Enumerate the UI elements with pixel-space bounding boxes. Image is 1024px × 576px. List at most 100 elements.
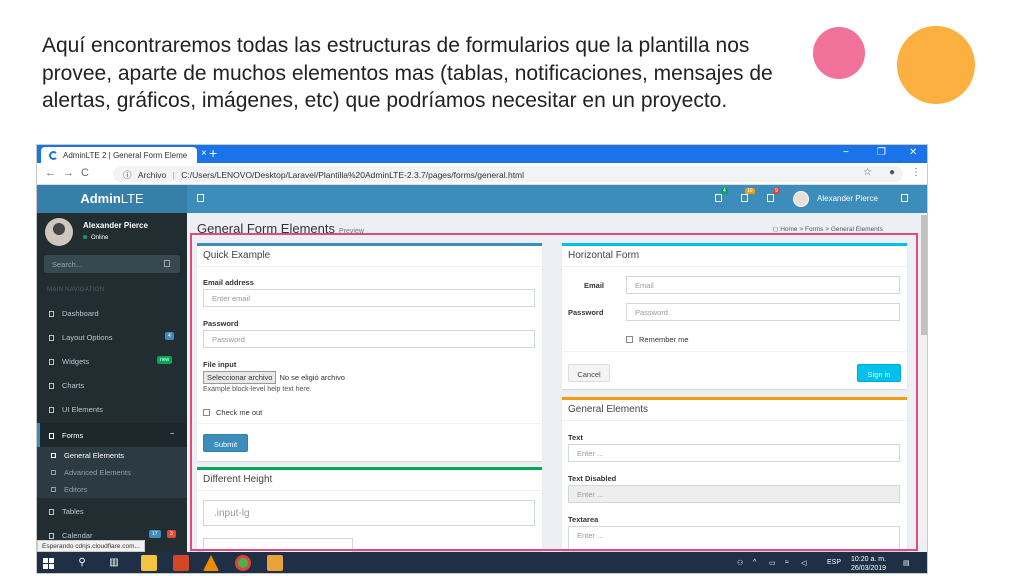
search-icon[interactable]: ⚲ xyxy=(75,556,89,570)
info-icon: ⓘ xyxy=(123,170,132,180)
page-title: General Form Elements Preview xyxy=(197,221,364,236)
browser-status-bar: Esperando cdnjs.cloudflare.com... xyxy=(37,540,145,552)
sidebar-item-tables[interactable]: Tables xyxy=(37,499,187,523)
scrollbar-thumb[interactable] xyxy=(921,215,927,335)
nav-header: MAIN NAVIGATION xyxy=(47,287,105,293)
file-explorer-icon[interactable] xyxy=(141,555,157,571)
sign-in-button[interactable]: Sign in xyxy=(857,364,901,382)
browser-tabbar: AdminLTE 2 | General Form Eleme × + − ❐ … xyxy=(37,145,927,163)
account-icon[interactable]: ● xyxy=(889,167,895,178)
notifications-center-icon[interactable]: ▤ xyxy=(903,559,910,567)
reload-icon[interactable]: C xyxy=(81,167,89,179)
maximize-icon[interactable]: ❐ xyxy=(877,147,886,158)
chrome-icon[interactable] xyxy=(235,555,251,571)
sublime-icon[interactable] xyxy=(267,555,283,571)
tab-title: AdminLTE 2 | General Form Eleme xyxy=(63,151,188,160)
sidebar-item-ui-elements[interactable]: UI Elements xyxy=(37,397,187,421)
sidebar: Alexander Pierce Online Search... MAIN N… xyxy=(37,213,187,553)
star-icon[interactable]: ☆ xyxy=(863,167,872,178)
people-icon[interactable]: ⚇ xyxy=(737,559,743,567)
messages-icon[interactable] xyxy=(715,194,722,202)
tasks-badge: 9 xyxy=(773,188,780,194)
logo[interactable]: AdminLTE xyxy=(37,185,187,213)
breadcrumb-forms[interactable]: Forms xyxy=(805,226,823,233)
forward-icon[interactable]: → xyxy=(63,167,74,179)
checkbox-icon[interactable] xyxy=(626,336,633,343)
sidebar-toggle-icon[interactable] xyxy=(197,194,204,202)
calendar-badge-red: 3 xyxy=(167,530,176,538)
password-field[interactable]: Password xyxy=(203,330,535,348)
horizontal-form-box: Horizontal Form Email Email Password Pas… xyxy=(562,243,907,389)
sidebar-sub-editors[interactable]: Editors xyxy=(37,481,187,498)
search-icon[interactable] xyxy=(164,260,170,267)
sidebar-user-name: Alexander Pierce xyxy=(83,221,148,230)
page-scrollbar[interactable] xyxy=(920,213,927,540)
powerpoint-icon[interactable] xyxy=(173,555,189,571)
sidebar-search-input[interactable]: Search... xyxy=(44,255,180,273)
submit-button[interactable]: Submit xyxy=(203,434,248,452)
clock[interactable]: 10:20 a. m. 26/03/2019 xyxy=(851,555,886,573)
user-panel: Alexander Pierce Online xyxy=(37,213,187,253)
task-view-icon[interactable]: ▥ xyxy=(107,556,121,570)
windows-start-icon[interactable] xyxy=(43,558,54,569)
admin-header: AdminLTE 4 10 9 Alexander Pierce xyxy=(37,185,927,213)
password-field[interactable]: Password xyxy=(626,303,900,321)
email-label: Email xyxy=(584,281,605,290)
window-close-icon[interactable]: ✕ xyxy=(909,147,917,158)
sidebar-item-dashboard[interactable]: Dashboard xyxy=(37,301,187,325)
widgets-icon xyxy=(49,359,54,365)
tasks-icon[interactable] xyxy=(767,194,774,202)
password-label: Password xyxy=(568,308,604,317)
url-prefix: Archivo xyxy=(137,170,167,180)
collapse-icon[interactable]: − xyxy=(170,429,174,438)
volume-icon[interactable]: ◁ xyxy=(801,559,806,567)
new-tab-icon[interactable]: + xyxy=(209,145,217,161)
menu-icon[interactable]: ⋮ xyxy=(911,167,921,178)
text-field[interactable]: Enter ... xyxy=(568,444,900,462)
browser-tab[interactable]: AdminLTE 2 | General Form Eleme xyxy=(41,147,197,163)
check-me-out-checkbox[interactable]: Check me out xyxy=(203,408,262,417)
forms-icon xyxy=(49,433,54,439)
notifications-icon[interactable] xyxy=(741,194,748,202)
wifi-icon[interactable]: ≈ xyxy=(785,559,789,566)
battery-icon[interactable]: ▭ xyxy=(769,559,776,567)
email-field[interactable]: Email xyxy=(626,276,900,294)
sidebar-item-charts[interactable]: Charts xyxy=(37,373,187,397)
sidebar-item-forms[interactable]: Forms − xyxy=(37,423,187,447)
sidebar-sub-general-elements[interactable]: General Elements xyxy=(37,447,187,464)
checkbox-icon[interactable] xyxy=(203,409,210,416)
minimize-icon[interactable]: − xyxy=(843,147,849,158)
sidebar-item-layout-options[interactable]: Layout Options 4 xyxy=(37,325,187,349)
header-user-name[interactable]: Alexander Pierce xyxy=(817,194,878,203)
url-text: C:/Users/LENOVO/Desktop/Laravel/Plantill… xyxy=(181,170,525,180)
breadcrumb-home[interactable]: Home xyxy=(780,226,797,233)
breadcrumb-current: General Elements xyxy=(830,226,883,233)
sidebar-sub-advanced-elements[interactable]: Advanced Elements xyxy=(37,464,187,481)
messages-badge: 4 xyxy=(721,188,728,194)
tray-arrow-icon[interactable]: ^ xyxy=(753,559,756,566)
control-sidebar-icon[interactable] xyxy=(901,194,908,202)
back-icon[interactable]: ← xyxy=(45,167,56,179)
textarea-label: Textarea xyxy=(568,515,599,524)
email-field[interactable]: Enter email xyxy=(203,289,535,307)
user-avatar[interactable] xyxy=(793,191,809,207)
cancel-button[interactable]: Cancel xyxy=(568,364,610,382)
calendar-icon xyxy=(49,533,54,539)
url-input[interactable]: ⓘ Archivo | C:/Users/LENOVO/Desktop/Lara… xyxy=(113,166,903,182)
text-disabled-label: Text Disabled xyxy=(568,474,617,483)
textarea-field[interactable]: Enter ... xyxy=(568,526,900,552)
ui-elements-icon xyxy=(49,407,54,413)
notifications-badge: 10 xyxy=(745,188,755,194)
input-lg-field[interactable]: .input-lg xyxy=(203,500,535,526)
layout-badge: 4 xyxy=(165,332,174,340)
sidebar-item-widgets[interactable]: Widgets new xyxy=(37,349,187,373)
layout-icon xyxy=(49,335,54,341)
pink-circle-decoration xyxy=(813,27,865,79)
remember-me-checkbox[interactable]: Remember me xyxy=(626,335,689,344)
tab-close-icon[interactable]: × xyxy=(201,148,207,159)
language-indicator[interactable]: ESP xyxy=(827,559,841,566)
quick-example-box: Quick Example Email address Enter email … xyxy=(197,243,542,461)
choose-file-button[interactable]: Seleccionar archivo xyxy=(203,371,277,384)
vlc-icon[interactable] xyxy=(203,555,219,571)
file-input[interactable]: Seleccionar archivo No se eligió archivo xyxy=(203,371,345,384)
